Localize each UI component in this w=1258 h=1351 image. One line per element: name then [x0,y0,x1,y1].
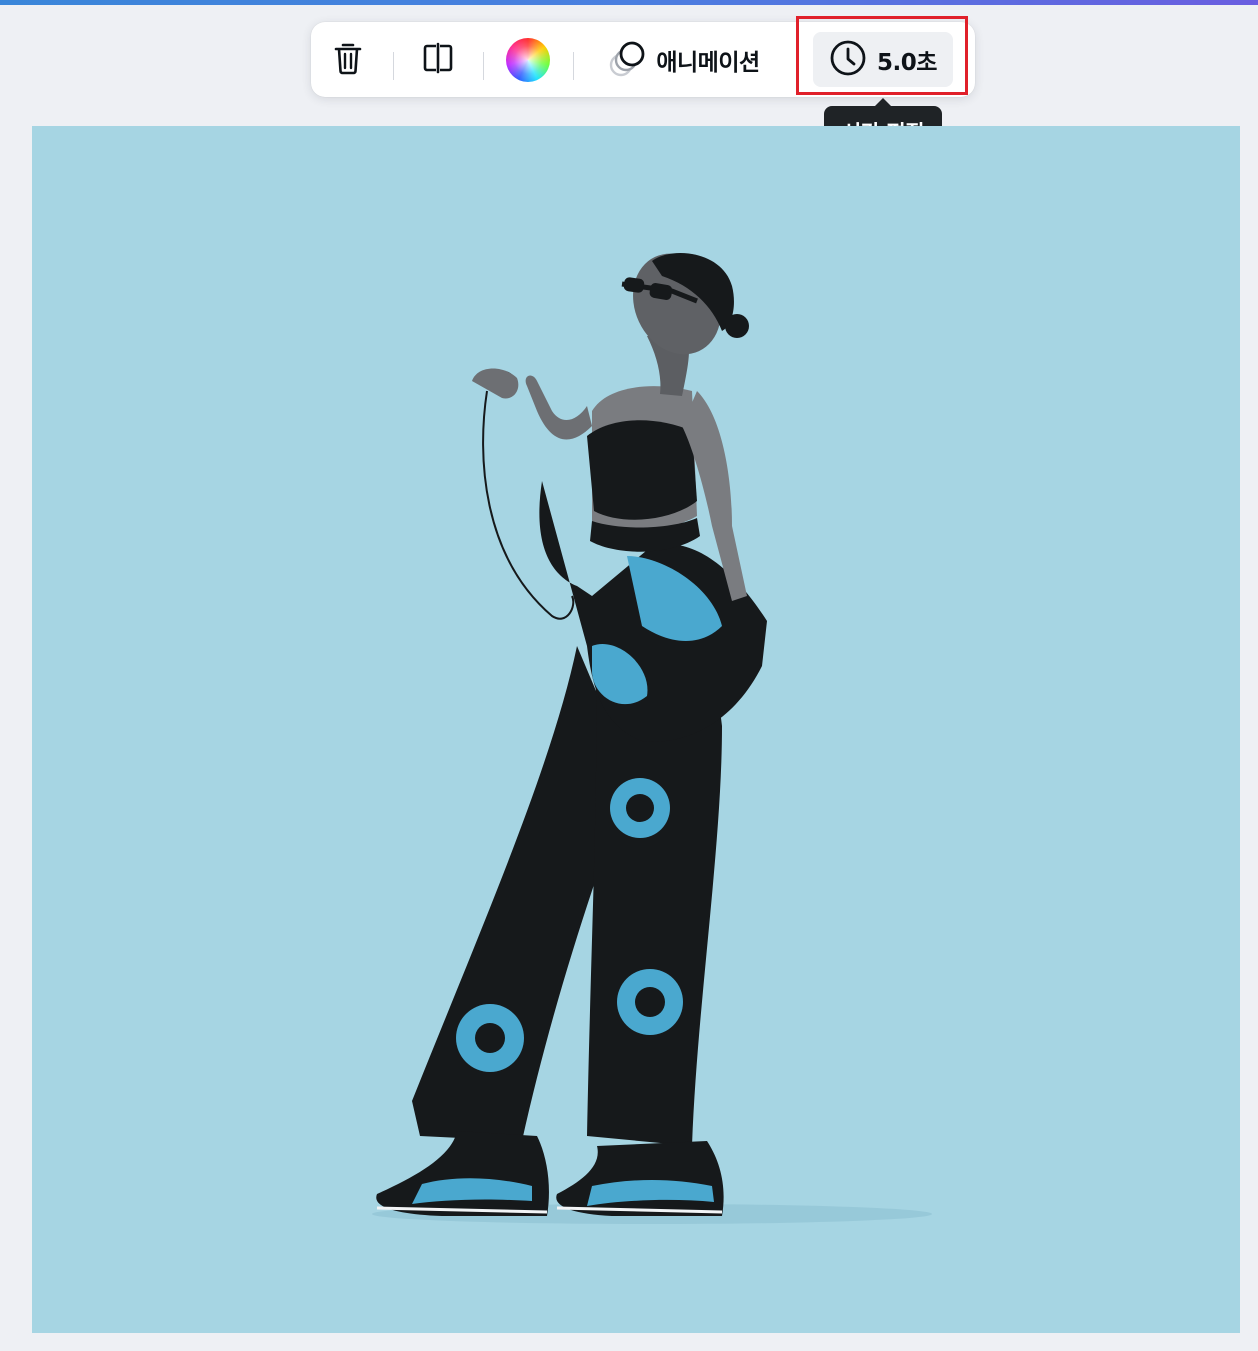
separator [483,52,484,80]
timing-label: 5.0초 [877,49,937,76]
separator [573,52,574,80]
flip-button[interactable] [415,32,461,87]
color-wheel-icon [506,37,550,82]
color-button[interactable] [503,32,553,87]
timing-button[interactable]: 5.0초 [813,32,953,87]
animation-icon [608,38,648,82]
animation-label: 애니메이션 [656,49,760,76]
trash-icon [333,41,363,79]
figure-illustration [372,253,932,1224]
context-toolbar: 애니메이션 5.0초 [311,22,975,97]
top-accent-bar [0,0,1258,5]
animation-button[interactable]: 애니메이션 [595,32,773,87]
separator [393,52,394,80]
delete-button[interactable] [325,32,371,87]
flip-icon [419,42,457,78]
canvas-image[interactable] [32,126,1240,1333]
clock-icon [829,39,867,81]
